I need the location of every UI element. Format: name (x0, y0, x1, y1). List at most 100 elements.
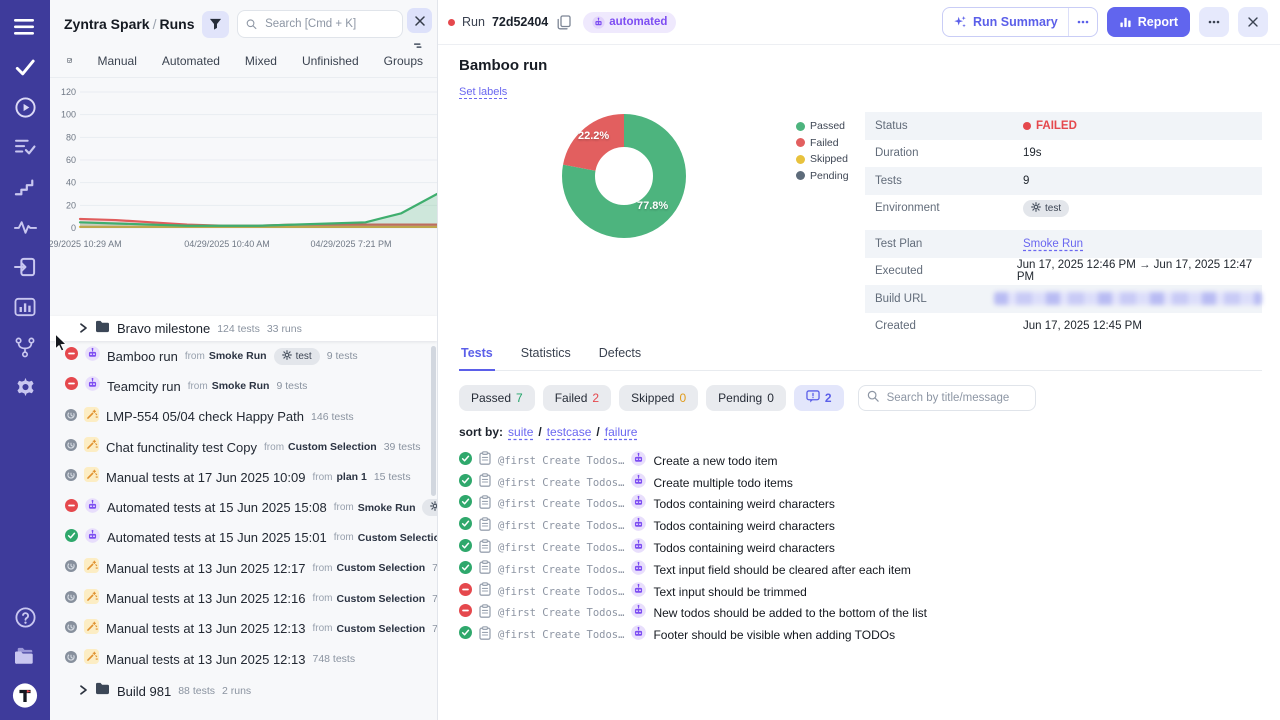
failed-status-icon (65, 377, 78, 395)
detail-row-status: StatusFAILED (865, 112, 1262, 140)
tab-unfinished[interactable]: Unfinished (302, 54, 359, 68)
manual-run-icon (84, 467, 99, 487)
tab-defects[interactable]: Defects (597, 346, 643, 370)
test-suite-path: @first Create Todos… (498, 629, 624, 641)
filter-passed-button[interactable]: Passed7 (459, 385, 535, 411)
test-list-item[interactable]: @first Create Todos…New todos should be … (459, 603, 1262, 625)
filter-skipped-button[interactable]: Skipped0 (619, 385, 698, 411)
menu-icon[interactable] (12, 14, 38, 40)
automated-test-icon (631, 473, 646, 493)
from-label: from (312, 593, 332, 604)
set-labels-link[interactable]: Set labels (459, 86, 507, 98)
play-icon[interactable] (12, 94, 38, 120)
run-list-item[interactable]: LMP-554 05/04 check Happy Path146 tests (50, 402, 437, 432)
run-list-item[interactable]: Chat functinality test CopyfromCustom Se… (50, 432, 437, 462)
tab-automated[interactable]: Automated (162, 54, 220, 68)
test-list-item[interactable]: @first Create Todos…Todos containing wei… (459, 494, 1262, 516)
chevron-right-icon[interactable] (79, 682, 88, 700)
run-list-item[interactable]: Manual tests at 13 Jun 2025 12:13748 tes… (50, 644, 437, 674)
run-list-item[interactable]: Manual tests at 13 Jun 2025 12:16fromCus… (50, 583, 437, 613)
panel-resize-handle[interactable] (414, 36, 424, 54)
test-title: Text input should be trimmed (653, 585, 806, 599)
test-list-item[interactable]: @first Create Todos…Todos containing wei… (459, 515, 1262, 537)
chevron-right-icon[interactable] (79, 320, 88, 338)
run-list-item[interactable]: Automated tests at 15 Jun 2025 15:08from… (50, 492, 437, 522)
report-button[interactable]: Report (1107, 7, 1190, 37)
source-name: Smoke Run (209, 350, 267, 362)
check-icon[interactable] (12, 54, 38, 80)
more-actions-button[interactable] (1199, 7, 1229, 37)
test-list-item[interactable]: @first Create Todos…Create multiple todo… (459, 472, 1262, 494)
test-plan-link[interactable]: Smoke Run (1023, 238, 1083, 250)
folders-icon[interactable] (12, 643, 38, 669)
run-list-item[interactable]: Manual tests at 13 Jun 2025 12:17fromCus… (50, 553, 437, 583)
runs-search-input[interactable] (263, 17, 394, 31)
test-suite-path: @first Create Todos… (498, 498, 624, 510)
copy-run-id-button[interactable] (555, 13, 573, 32)
sign-in-icon[interactable] (12, 254, 38, 280)
sort-suite-link[interactable]: suite (508, 425, 533, 439)
test-suite-path: @first Create Todos… (498, 586, 624, 598)
bar-chart-icon[interactable] (12, 294, 38, 320)
comment-count: 2 (825, 391, 832, 405)
filter-pending-button[interactable]: Pending0 (706, 385, 786, 411)
run-list-item[interactable]: Manual tests at 13 Jun 2025 12:13fromCus… (50, 614, 437, 644)
filter-failed-button[interactable]: Failed2 (543, 385, 611, 411)
gear-icon[interactable] (12, 374, 38, 400)
scrollbar-thumb[interactable] (431, 346, 436, 496)
test-suite-path: @first Create Todos… (498, 564, 624, 576)
status-text: FAILED (1036, 120, 1077, 132)
tab-manual[interactable]: Manual (98, 54, 137, 68)
automated-badge[interactable]: automated (583, 12, 676, 33)
help-icon[interactable] (12, 604, 38, 630)
tab-groups[interactable]: Groups (384, 54, 423, 68)
run-list-item[interactable]: Teamcity runfromSmoke Run9 tests (50, 371, 437, 401)
main-sidebar (0, 0, 50, 720)
run-list-item[interactable]: Manual tests at 17 Jun 2025 10:09frompla… (50, 462, 437, 492)
svg-text:04/29/2025 10:40 AM: 04/29/2025 10:40 AM (184, 239, 270, 249)
tab-statistics[interactable]: Statistics (519, 346, 573, 370)
environment-tag: test (422, 499, 437, 516)
clipboard-icon (479, 539, 491, 558)
run-list-item[interactable]: Bamboo runfromSmoke Runtest9 tests (50, 341, 437, 371)
test-list-item[interactable]: @first Create Todos…Footer should be vis… (459, 624, 1262, 646)
close-run-button[interactable] (1238, 7, 1268, 37)
run-list-item[interactable]: Automated tests at 15 Jun 2025 15:01from… (50, 523, 437, 553)
ai-sparkle-icon (953, 15, 967, 29)
tests-list: @first Create Todos…Create a new todo it… (459, 450, 1262, 646)
run-summary-button[interactable]: Run Summary (943, 8, 1068, 36)
test-list-item[interactable]: @first Create Todos… Text input should be… (459, 581, 1262, 603)
tab-tests[interactable]: Tests (459, 346, 495, 371)
test-list-item[interactable]: @first Create Todos…Todos containing wei… (459, 537, 1262, 559)
run-title: Automated tests at 15 Jun 2025 15:01 (107, 530, 327, 545)
source-name: Custom Selection (336, 593, 425, 605)
test-list-item[interactable]: @first Create Todos…Text input field sho… (459, 559, 1262, 581)
legend-dot (796, 138, 805, 147)
runs-panel: Zyntra Spark/Runs Manual Automated Mixed… (50, 0, 438, 720)
steps-icon[interactable] (12, 174, 38, 200)
sort-failure-link[interactable]: failure (605, 425, 638, 439)
filter-button[interactable] (202, 11, 229, 38)
test-list-item[interactable]: @first Create Todos…Create a new todo it… (459, 450, 1262, 472)
tests-search-input[interactable] (885, 391, 1027, 405)
comment-filter-button[interactable]: 2 (794, 385, 844, 411)
sort-testcase-link[interactable]: testcase (547, 425, 592, 439)
tests-search (858, 385, 1036, 411)
run-summary-more-button[interactable] (1068, 8, 1097, 36)
list-check-icon[interactable] (12, 134, 38, 160)
tests-count: 9 tests (327, 350, 358, 362)
tab-mixed[interactable]: Mixed (245, 54, 277, 68)
automated-test-icon (631, 516, 646, 536)
branch-icon[interactable] (12, 334, 38, 360)
panel-close-button[interactable] (407, 8, 432, 33)
passed-status-icon (459, 539, 472, 557)
folder-row[interactable]: Build 98188 tests2 runs (50, 677, 437, 705)
failed-status-icon (65, 347, 78, 365)
select-checkbox-icon[interactable] (67, 53, 73, 68)
from-label: from (312, 472, 332, 483)
pulse-icon[interactable] (12, 214, 38, 240)
detail-row-created: CreatedJun 17, 2025 12:45 PM (865, 313, 1262, 341)
logo-icon[interactable] (12, 682, 38, 708)
milestone-row[interactable]: Bravo milestone124 tests33 runs (50, 316, 437, 341)
test-title: Todos containing weird characters (653, 541, 834, 555)
